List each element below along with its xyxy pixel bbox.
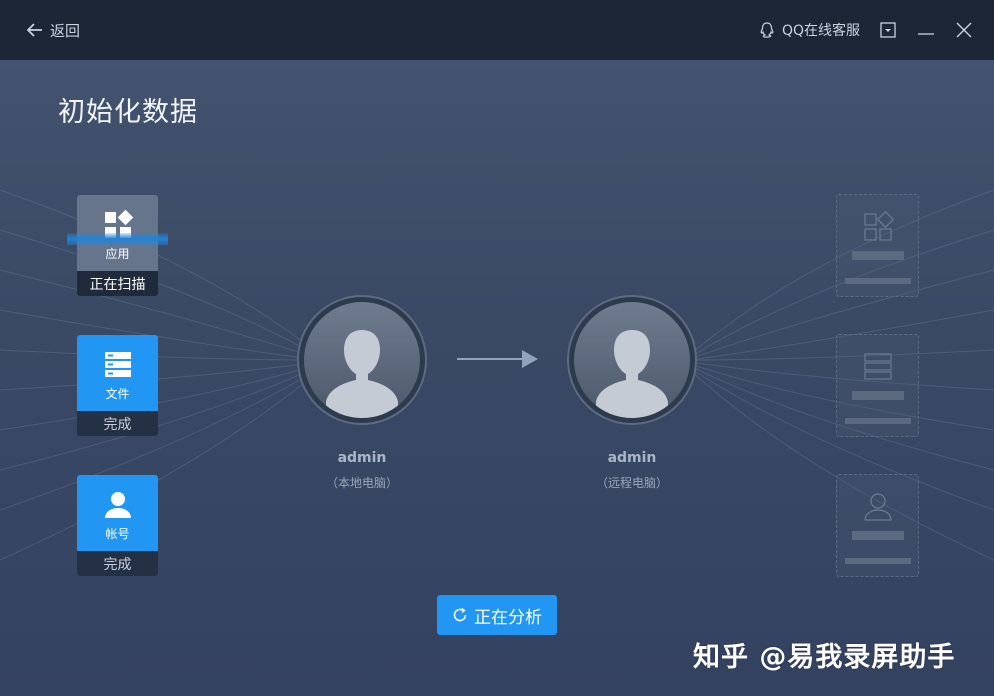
qq-penguin-icon	[760, 22, 774, 38]
watermark: 知乎 @易我录屏助手	[693, 642, 956, 673]
dropdown-box-icon	[880, 22, 896, 38]
category-label: 帐号	[105, 527, 130, 541]
remote-placeholder-apps	[836, 194, 919, 297]
category-files[interactable]: 文件 完成	[77, 335, 158, 436]
remote-user-name: admin	[607, 450, 657, 466]
minimize-icon	[918, 33, 934, 35]
category-label: 应用	[105, 247, 130, 261]
page-title: 初始化数据	[58, 97, 198, 128]
local-avatar	[297, 295, 427, 425]
category-apps[interactable]: 应用 正在扫描	[77, 195, 158, 296]
qq-service-button[interactable]: QQ在线客服	[758, 20, 860, 40]
refresh-spinner-icon	[453, 607, 467, 622]
dropdown-menu-button[interactable]	[878, 20, 898, 40]
main-panel: 初始化数据 应用 正在扫描 文件 完成 帐号 完成 admin （本地电脑） a…	[0, 60, 994, 696]
back-label: 返回	[50, 21, 81, 40]
remote-placeholder-accounts	[836, 474, 919, 577]
user-silhouette-icon	[326, 330, 398, 418]
transfer-arrow-icon	[457, 350, 538, 368]
remote-user-subtitle: （远程电脑）	[595, 476, 668, 490]
user-outline-icon	[863, 493, 892, 521]
analyze-label: 正在分析	[474, 607, 542, 628]
close-button[interactable]	[954, 20, 974, 40]
category-accounts[interactable]: 帐号 完成	[77, 475, 158, 576]
category-status: 正在扫描	[77, 271, 158, 296]
local-user-subtitle: （本地电脑）	[325, 476, 398, 490]
file-stack-outline-icon	[863, 353, 892, 380]
category-status: 完成	[77, 411, 158, 436]
remote-avatar	[567, 295, 697, 425]
category-label: 文件	[105, 387, 130, 401]
title-bar: 返回 QQ在线客服	[0, 0, 994, 60]
back-button[interactable]: 返回	[26, 18, 80, 42]
arrow-left-icon	[26, 23, 42, 37]
close-icon	[956, 22, 972, 38]
apps-grid-outline-icon	[863, 211, 894, 241]
analyze-button[interactable]: 正在分析	[437, 595, 557, 635]
minimize-button[interactable]	[916, 20, 936, 40]
user-icon	[104, 492, 131, 518]
user-silhouette-icon	[596, 330, 668, 418]
category-status: 完成	[77, 551, 158, 576]
file-stack-icon	[104, 352, 131, 377]
remote-placeholder-files	[836, 334, 919, 437]
local-user-name: admin	[337, 450, 387, 466]
scan-progress-line	[67, 233, 168, 245]
qq-service-label: QQ在线客服	[781, 23, 860, 39]
